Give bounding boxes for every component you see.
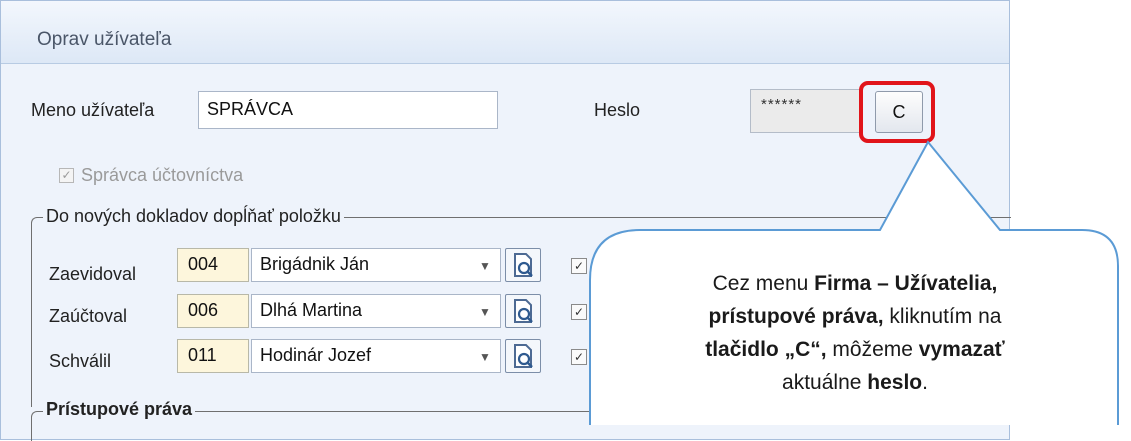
callout-line-3: tlačidlo „C“, môžeme vymazať	[600, 333, 1110, 366]
callout-text-bold: tlačidlo „C“,	[705, 338, 827, 361]
callout-text-bold: prístupové práva,	[708, 305, 884, 328]
callout-line-1: Cez menu Firma – Užívatelia,	[600, 267, 1110, 300]
callout-text-part: môžeme	[826, 338, 919, 361]
callout-text: Cez menu Firma – Užívatelia, prístupové …	[600, 267, 1110, 399]
callout-text-part: .	[922, 371, 928, 394]
callout-line-4: aktuálne heslo.	[600, 366, 1110, 399]
callout-text-part: aktuálne	[782, 371, 868, 394]
callout-text-bold: heslo	[867, 371, 923, 394]
callout-text-part: kliknutím na	[883, 305, 1002, 328]
callout-line-2: prístupové práva, kliknutím na	[600, 300, 1110, 333]
callout-text-bold: vymazať	[918, 338, 1005, 361]
callout-text-part: Cez menu	[712, 272, 815, 295]
callout-text-bold: Firma – Užívatelia,	[814, 272, 998, 295]
